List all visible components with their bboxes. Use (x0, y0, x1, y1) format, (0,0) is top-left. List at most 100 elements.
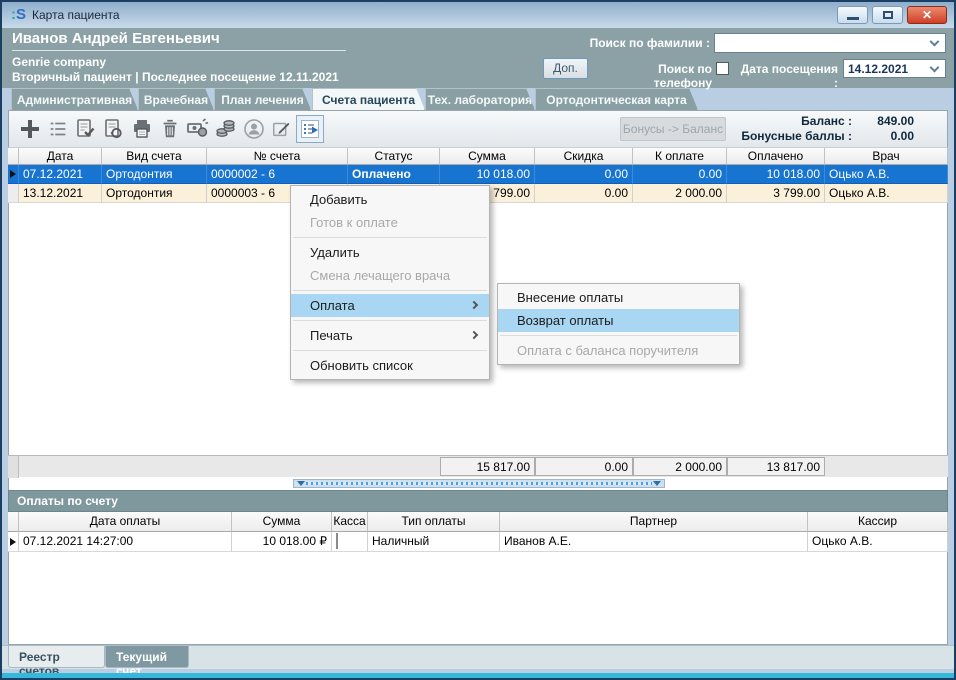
row-marker-icon (10, 538, 16, 546)
column-header-payment-type[interactable]: Тип оплаты (368, 512, 500, 532)
search-lastname-combobox[interactable] (714, 33, 946, 53)
tab-medical[interactable]: Врачебная (138, 88, 214, 110)
add-invoice-button[interactable] (16, 115, 44, 143)
menu-separator (293, 350, 487, 351)
invoice-refresh-icon (102, 117, 126, 141)
splitter-track[interactable] (306, 482, 652, 485)
column-header-cashier[interactable]: Кассир (808, 512, 948, 532)
total-sum: 15 817.00 (440, 457, 535, 476)
delete-button[interactable] (156, 115, 184, 143)
invoice-paid-cell[interactable]: 10 018.00 (727, 165, 825, 184)
splitter-arrow-icon[interactable] (297, 481, 305, 486)
invoice-doctor-cell[interactable]: Оцько А.В. (825, 165, 948, 184)
close-icon: ✕ (922, 9, 932, 21)
column-header-payment-sum[interactable]: Сумма (232, 512, 332, 532)
invoice-ready-button[interactable] (72, 115, 100, 143)
payment-partner-cell[interactable]: Иванов А.Е. (500, 532, 808, 552)
invoice-discount-cell[interactable]: 0.00 (535, 165, 633, 184)
list-button[interactable] (44, 115, 72, 143)
invoice-refresh-button[interactable] (100, 115, 128, 143)
column-header-cash-register[interactable]: Касса (332, 512, 368, 532)
money-icon (186, 117, 210, 141)
visit-date-combobox[interactable]: 14.12.2021 (843, 59, 946, 78)
invoices-table-header: Дата Вид счета № счета Статус Сумма Скид… (8, 148, 948, 165)
menu-separator (293, 290, 487, 291)
tab-patient-invoices[interactable]: Счета пациента (312, 88, 425, 110)
tab-administrative[interactable]: Административная (11, 88, 138, 110)
bottom-tab-invoice-registry[interactable]: Реестр счетов (8, 646, 105, 668)
invoices-totals-row: 15 817.00 0.00 2 000.00 13 817.00 (8, 455, 948, 477)
payment-row[interactable]: 07.12.2021 14:27:00 10 018.00 ₽ Наличный… (8, 532, 948, 552)
column-header-discount[interactable]: Скидка (535, 148, 633, 165)
search-lastname-input[interactable] (715, 34, 931, 52)
bonus-points-label: Бонусные баллы : (741, 129, 852, 143)
column-header-date[interactable]: Дата (19, 148, 102, 165)
column-header-sum[interactable]: Сумма (440, 148, 535, 165)
payment-cashier-cell[interactable]: Оцько А.В. (808, 532, 948, 552)
invoice-date-cell[interactable]: 07.12.2021 (19, 165, 102, 184)
bottom-tab-current-invoice[interactable]: Текущий счет (105, 646, 189, 668)
patient-name: Иванов Андрей Евгеньевич (12, 30, 346, 51)
invoice-paid-cell[interactable]: 3 799.00 (727, 184, 825, 203)
payment-sum-cell[interactable]: 10 018.00 ₽ (232, 532, 332, 552)
patient-button[interactable] (240, 115, 268, 143)
menu-item-print[interactable]: Печать (291, 324, 489, 347)
invoice-status-cell[interactable]: Оплачено (348, 165, 440, 184)
invoice-number-cell[interactable]: 0000002 - 6 (207, 165, 348, 184)
search-phone-checkbox[interactable] (716, 62, 729, 75)
column-header-doctor[interactable]: Врач (825, 148, 948, 165)
splitter-arrow-icon[interactable] (653, 481, 661, 486)
printer-icon (130, 117, 154, 141)
submenu-item-make-payment[interactable]: Внесение оплаты (498, 286, 739, 309)
invoice-topay-cell[interactable]: 2 000.00 (633, 184, 727, 203)
column-header-payment-date[interactable]: Дата оплаты (19, 512, 232, 532)
cash-register-checkbox[interactable] (336, 533, 338, 549)
column-header-paid[interactable]: Оплачено (727, 148, 825, 165)
print-button[interactable] (128, 115, 156, 143)
invoice-type-cell[interactable]: Ортодонтия (102, 184, 207, 203)
marker-column-header (8, 512, 19, 532)
close-button[interactable]: ✕ (907, 6, 947, 24)
submenu-item-pay-from-guarantor: Оплата с баланса поручителя (498, 339, 739, 362)
menu-item-add[interactable]: Добавить (291, 188, 489, 211)
navigator-button[interactable] (296, 115, 324, 143)
menu-item-payment[interactable]: Оплата (291, 294, 489, 317)
invoice-context-menu: Добавить Готов к оплате Удалить Смена ле… (290, 185, 490, 380)
horizontal-splitter[interactable] (293, 479, 665, 488)
tab-treatment-plan[interactable]: План лечения (214, 88, 311, 110)
payment-button[interactable] (184, 115, 212, 143)
payment-date-cell[interactable]: 07.12.2021 14:27:00 (19, 532, 232, 552)
column-header-topay[interactable]: К оплате (633, 148, 727, 165)
invoice-date-cell[interactable]: 13.12.2021 (19, 184, 102, 203)
maximize-button[interactable] (872, 6, 903, 24)
invoice-type-cell[interactable]: Ортодонтия (102, 165, 207, 184)
invoice-doctor-cell[interactable]: Оцько А.В. (825, 184, 948, 203)
invoice-topay-cell[interactable]: 0.00 (633, 165, 727, 184)
coins-button[interactable] (212, 115, 240, 143)
column-header-number[interactable]: № счета (207, 148, 348, 165)
menu-item-delete[interactable]: Удалить (291, 241, 489, 264)
more-button[interactable]: Доп. (543, 58, 588, 79)
menu-item-refresh-list[interactable]: Обновить список (291, 354, 489, 377)
menu-item-label: Оплата (310, 298, 355, 313)
invoice-row-selected[interactable]: 07.12.2021 Ортодонтия 0000002 - 6 Оплаче… (8, 165, 948, 184)
totals-marker (8, 456, 19, 478)
tab-orthodontic-card[interactable]: Ортодонтическая карта (535, 88, 698, 110)
coins-icon (214, 117, 238, 141)
tab-tech-laboratory[interactable]: Тех. лаборатория (425, 88, 535, 110)
payment-type-cell[interactable]: Наличный (368, 532, 500, 552)
minimize-icon (847, 17, 859, 20)
column-header-partner[interactable]: Партнер (500, 512, 808, 532)
chevron-down-icon[interactable] (930, 62, 940, 72)
invoice-sum-cell[interactable]: 10 018.00 (440, 165, 535, 184)
invoice-discount-cell[interactable]: 0.00 (535, 184, 633, 203)
window-bottom-accent (2, 673, 954, 678)
minimize-button[interactable] (837, 6, 868, 24)
patient-header: Иванов Андрей Евгеньевич Genrie company … (2, 28, 954, 88)
column-header-type[interactable]: Вид счета (102, 148, 207, 165)
edit-button[interactable] (268, 115, 296, 143)
submenu-item-refund-payment[interactable]: Возврат оплаты (498, 309, 739, 332)
visit-date-label: Дата посещения : (736, 62, 838, 90)
payment-cash-register-cell[interactable] (332, 532, 368, 552)
column-header-status[interactable]: Статус (348, 148, 440, 165)
